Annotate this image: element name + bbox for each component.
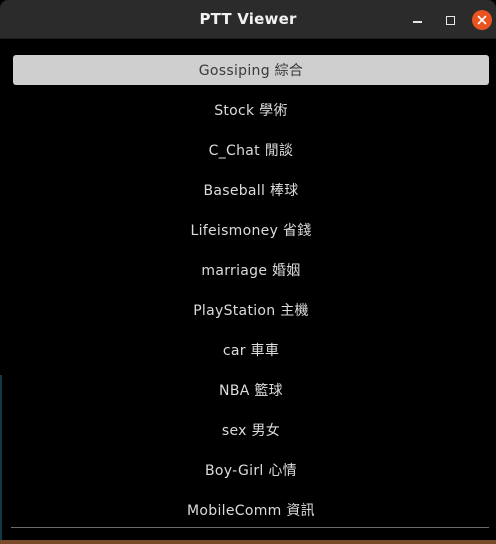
board-item-label: car 車車 [222,343,280,359]
title-bar[interactable]: PTT Viewer [0,0,496,39]
maximize-icon [445,15,455,25]
board-item-baseball[interactable]: Baseball 棒球 [13,175,489,205]
board-item-boy-girl[interactable]: Boy-Girl 心情 [13,455,489,485]
board-item-label: PlayStation 主機 [193,303,309,319]
board-item-stock[interactable]: Stock 學術 [13,95,489,125]
board-item-car[interactable]: car 車車 [13,335,489,365]
board-item-playstation[interactable]: PlayStation 主機 [13,295,489,325]
board-item-nba[interactable]: NBA 籃球 [13,375,489,405]
board-item-mobilecomm[interactable]: MobileComm 資訊 [13,495,489,525]
board-item-lifeismoney[interactable]: Lifeismoney 省錢 [13,215,489,245]
board-item-label: Baseball 棒球 [203,183,299,199]
board-item-c-chat[interactable]: C_Chat 閒談 [13,135,489,165]
list-bottom-divider [11,527,489,528]
minimize-button[interactable] [407,10,427,30]
board-item-label: MobileComm 資訊 [187,503,315,519]
maximize-button[interactable] [440,10,460,30]
close-button[interactable] [472,10,492,30]
board-item-label: Stock 學術 [214,103,288,119]
bottom-window-edge [0,540,496,544]
board-item-label: Boy-Girl 心情 [205,463,297,479]
left-window-edge [0,375,2,544]
board-item-label: NBA 籃球 [219,383,283,399]
board-list[interactable]: Gossiping 綜合 Stock 學術 C_Chat 閒談 Baseball… [0,39,496,544]
board-item-label: Lifeismoney 省錢 [190,223,312,239]
minimize-icon [412,21,422,23]
board-item-label: C_Chat 閒談 [208,143,294,159]
board-item-sex[interactable]: sex 男女 [13,415,489,445]
board-item-label: marriage 婚姻 [201,263,301,279]
board-item-label: Gossiping 綜合 [198,63,304,79]
board-item-label: sex 男女 [221,423,281,439]
close-icon [477,15,487,25]
board-item-gossiping[interactable]: Gossiping 綜合 [13,55,489,85]
app-window: PTT Viewer Gossiping 綜合 Stock 學術 C_Chat … [0,0,496,544]
board-item-marriage[interactable]: marriage 婚姻 [13,255,489,285]
